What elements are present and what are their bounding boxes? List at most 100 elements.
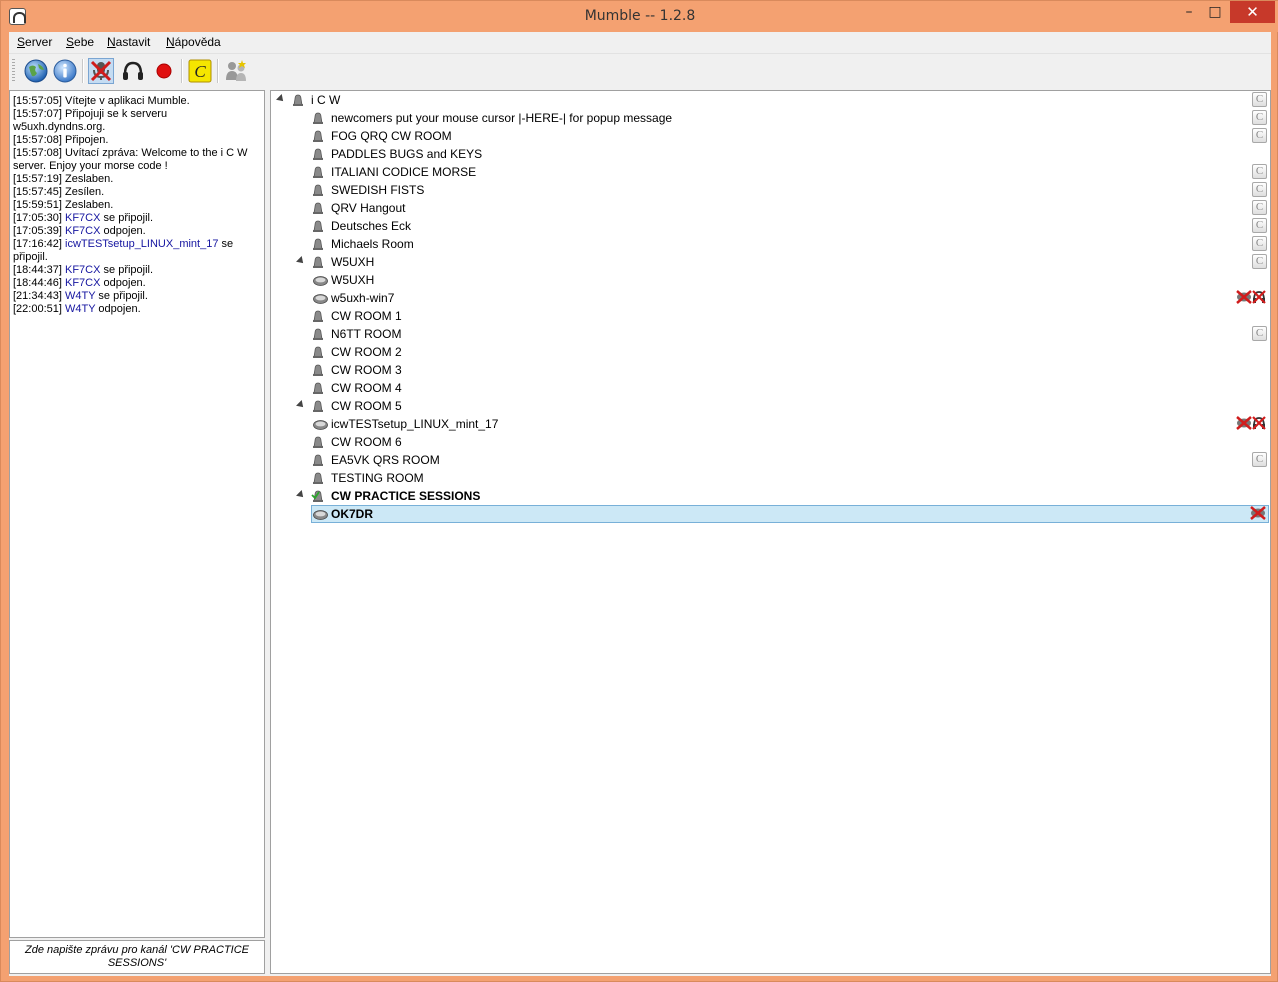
selection-highlight	[311, 505, 1269, 523]
toolbar: C	[9, 53, 1271, 87]
log-user-link[interactable]: W4TY	[65, 303, 95, 315]
channel-row[interactable]: CW ROOM 4	[271, 379, 1270, 397]
channel-row[interactable]: CW ROOM 5	[271, 397, 1270, 415]
log-user-link[interactable]: KF7CX	[65, 212, 100, 224]
user-name: w5uxh-win7	[331, 291, 395, 305]
channel-row[interactable]: CW PRACTICE SESSIONS	[271, 487, 1270, 505]
channel-icon	[311, 327, 325, 341]
channel-icon	[311, 129, 325, 143]
user-row[interactable]: OK7DR	[271, 505, 1270, 523]
self-muted-icon	[1236, 416, 1252, 433]
log-timestamp: [15:57:07]	[13, 108, 62, 120]
channel-comment-icon[interactable]: C	[1252, 182, 1267, 197]
channel-row[interactable]: CW ROOM 2	[271, 343, 1270, 361]
log-text: Zesílen.	[61, 186, 105, 198]
menu-label-rest: erver	[25, 35, 53, 49]
channel-comment-icon[interactable]: C	[1252, 128, 1267, 143]
audio-wizard-icon[interactable]	[223, 58, 249, 84]
channel-comment-icon[interactable]: C	[1252, 254, 1267, 269]
channel-comment-icon[interactable]: C	[1252, 200, 1267, 215]
user-row[interactable]: icwTESTsetup_LINUX_mint_17	[271, 415, 1270, 433]
channel-row[interactable]: SWEDISH FISTS C	[271, 181, 1270, 199]
user-row[interactable]: w5uxh-win7	[271, 289, 1270, 307]
info-icon[interactable]	[52, 58, 78, 84]
channel-icon	[311, 219, 325, 233]
self-muted-icon	[1236, 290, 1252, 307]
channel-name: W5UXH	[331, 255, 375, 269]
menu-sebe[interactable]: Sebe	[66, 32, 94, 53]
log-text: odpojen.	[95, 303, 141, 315]
channel-row[interactable]: PADDLES BUGS and KEYS	[271, 145, 1270, 163]
channel-comment-icon[interactable]: C	[1252, 164, 1267, 179]
channel-row[interactable]: QRV Hangout C	[271, 199, 1270, 217]
log-timestamp: [21:34:43]	[13, 290, 62, 302]
channel-icon	[311, 381, 325, 395]
deafen-headphones-icon[interactable]	[120, 58, 146, 84]
toolbar-grip[interactable]	[12, 59, 15, 83]
channel-row[interactable]: Michaels Room C	[271, 235, 1270, 253]
comment-icon[interactable]: C	[187, 58, 213, 84]
channel-comment-icon[interactable]: C	[1252, 92, 1267, 107]
title-bar[interactable]: Mumble -- 1.2.8 – □ ✕	[1, 1, 1278, 32]
channel-row[interactable]: CW ROOM 6	[271, 433, 1270, 451]
menu-label-rest: astavit	[115, 35, 151, 49]
log-user-link[interactable]: icwTESTsetup_LINUX_mint_17	[65, 238, 218, 250]
self-deafened-icon	[1252, 290, 1266, 307]
mute-self-icon[interactable]	[88, 58, 114, 84]
channel-comment-icon[interactable]: C	[1252, 326, 1267, 341]
log-user-link[interactable]: KF7CX	[65, 264, 100, 276]
channel-comment-icon[interactable]: C	[1252, 236, 1267, 251]
connect-globe-icon[interactable]	[23, 58, 49, 84]
log-line: [15:57:19] Zeslaben.	[13, 173, 261, 186]
channel-name: QRV Hangout	[331, 201, 406, 215]
log-timestamp: [17:05:30]	[13, 212, 62, 224]
expand-collapse-icon[interactable]	[296, 400, 306, 410]
channel-comment-icon[interactable]: C	[1252, 110, 1267, 125]
record-icon[interactable]	[151, 58, 177, 84]
expand-collapse-icon[interactable]	[276, 94, 286, 104]
channel-row[interactable]: CW ROOM 1	[271, 307, 1270, 325]
log-line: [15:59:51] Zeslaben.	[13, 199, 261, 212]
channel-row[interactable]: CW ROOM 3	[271, 361, 1270, 379]
channel-icon	[311, 363, 325, 377]
channel-row[interactable]: ITALIANI CODICE MORSE C	[271, 163, 1270, 181]
close-button[interactable]: ✕	[1230, 1, 1275, 23]
log-timestamp: [15:57:19]	[13, 173, 62, 185]
channel-row[interactable]: Deutsches Eck C	[271, 217, 1270, 235]
channel-icon	[311, 399, 325, 413]
toolbar-separator	[217, 59, 219, 83]
channel-row[interactable]: W5UXH C	[271, 253, 1270, 271]
log-user-link[interactable]: KF7CX	[65, 225, 100, 237]
channel-row[interactable]: newcomers put your mouse cursor |-HERE-|…	[271, 109, 1270, 127]
expand-collapse-icon[interactable]	[296, 490, 306, 500]
channel-name: N6TT ROOM	[331, 327, 402, 341]
channel-row[interactable]: FOG QRQ CW ROOM C	[271, 127, 1270, 145]
chat-input[interactable]: Zde napište zprávu pro kanál 'CW PRACTIC…	[9, 940, 265, 974]
channel-icon	[311, 489, 325, 503]
channel-row[interactable]: EA5VK QRS ROOM C	[271, 451, 1270, 469]
log-pane[interactable]: [15:57:05] Vítejte v aplikaci Mumble. [15…	[9, 90, 265, 938]
log-line: [15:57:05] Vítejte v aplikaci Mumble.	[13, 95, 261, 108]
channel-row[interactable]: i C WC	[271, 91, 1270, 109]
menu-server[interactable]: Server	[17, 32, 52, 53]
user-row[interactable]: W5UXH	[271, 271, 1270, 289]
log-timestamp: [15:59:51]	[13, 199, 62, 211]
log-timestamp: [15:57:05]	[13, 95, 62, 107]
channel-comment-icon[interactable]: C	[1252, 218, 1267, 233]
expand-collapse-icon[interactable]	[296, 256, 306, 266]
maximize-button[interactable]: □	[1201, 1, 1229, 23]
channel-name: newcomers put your mouse cursor |-HERE-|…	[331, 111, 673, 125]
menu-napoveda[interactable]: Nápověda	[166, 32, 221, 53]
channel-row[interactable]: TESTING ROOM	[271, 469, 1270, 487]
channel-row[interactable]: N6TT ROOM C	[271, 325, 1270, 343]
minimize-button[interactable]: –	[1175, 1, 1203, 23]
log-timestamp: [17:05:39]	[13, 225, 62, 237]
channel-tree[interactable]: i C W C newcomers put your mouse cursor |-…	[270, 90, 1271, 974]
channel-icon	[291, 93, 305, 107]
menu-nastavit[interactable]: Nastavit	[107, 32, 150, 53]
log-user-link[interactable]: KF7CX	[65, 277, 100, 289]
log-timestamp: [22:00:51]	[13, 303, 62, 315]
log-user-link[interactable]: W4TY	[65, 290, 95, 302]
channel-icon	[311, 237, 325, 251]
channel-comment-icon[interactable]: C	[1252, 452, 1267, 467]
